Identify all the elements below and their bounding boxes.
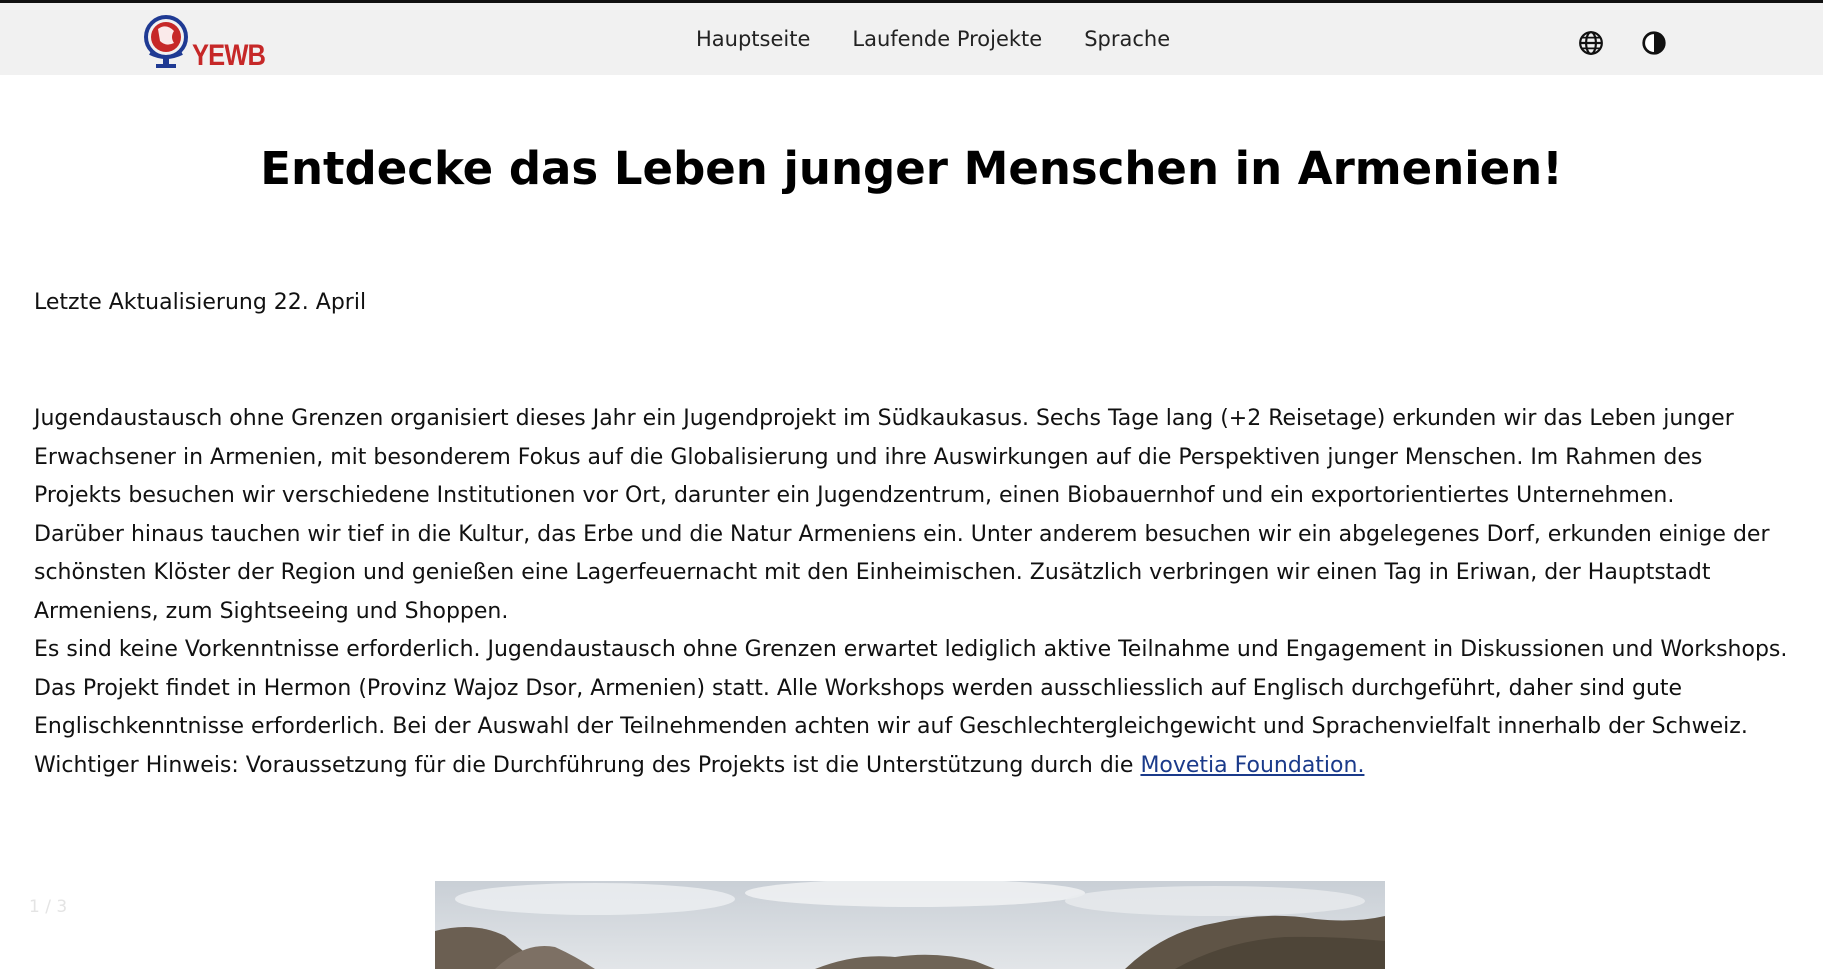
image-carousel[interactable]: [435, 881, 1385, 969]
yewb-logo[interactable]: YEWB: [140, 9, 266, 75]
logo-text: YEWB: [192, 39, 266, 72]
project-description: Jugendaustausch ohne Grenzen organisiert…: [34, 400, 1794, 785]
main-nav: Hauptseite Laufende Projekte Sprache: [696, 27, 1170, 51]
paragraph-intro: Jugendaustausch ohne Grenzen organisiert…: [34, 406, 1734, 508]
page-title: Entdecke das Leben junger Menschen in Ar…: [260, 142, 1563, 195]
armenia-landscape-image: [435, 881, 1385, 969]
nav-link-sprache[interactable]: Sprache: [1084, 27, 1170, 51]
contrast-icon: [1642, 31, 1666, 55]
last-updated: Letzte Aktualisierung 22. April: [34, 290, 367, 315]
navbar: YEWB Hauptseite Laufende Projekte Sprach…: [0, 3, 1823, 75]
paragraph-location: Das Projekt findet in Hermon (Provinz Wa…: [34, 675, 1748, 740]
paragraph-requirements: Es sind keine Vorkenntnisse erforderlich…: [34, 637, 1788, 662]
nav-link-hauptseite[interactable]: Hauptseite: [696, 27, 810, 51]
theme-toggle-button[interactable]: [1641, 30, 1667, 56]
movetia-foundation-link[interactable]: Movetia Foundation.: [1140, 753, 1364, 778]
paragraph-notice: Wichtiger Hinweis: Voraussetzung für die…: [34, 747, 1794, 786]
nav-link-laufende-projekte[interactable]: Laufende Projekte: [852, 27, 1042, 51]
carousel-counter: 1 / 3: [29, 897, 68, 917]
globe-icon: [1579, 31, 1603, 55]
paragraph-culture: Darüber hinaus tauchen wir tief in die K…: [34, 521, 1770, 624]
notice-text: Wichtiger Hinweis: Voraussetzung für die…: [34, 752, 1141, 778]
language-button[interactable]: [1578, 30, 1604, 56]
